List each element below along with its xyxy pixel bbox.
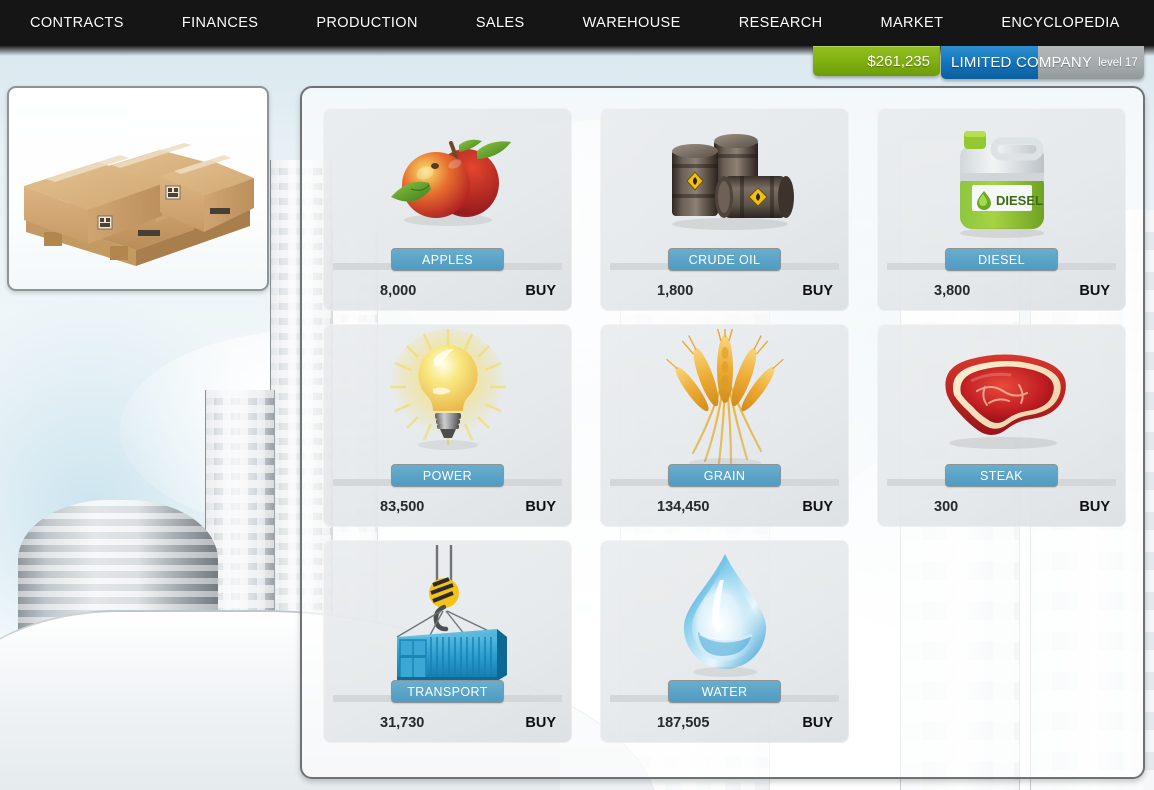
- product-artwork: [600, 540, 849, 690]
- market-card-diesel[interactable]: DIESEL DIESEL 3,800 BUY: [877, 108, 1126, 311]
- company-badge-content: LIMITED COMPANY level 17: [941, 46, 1144, 79]
- buy-button-apples[interactable]: BUY: [525, 283, 556, 299]
- nav-production[interactable]: PRODUCTION: [316, 15, 417, 31]
- product-label-button-diesel[interactable]: DIESEL: [945, 248, 1058, 271]
- product-artwork: [323, 108, 572, 258]
- nav-list: CONTRACTS FINANCES PRODUCTION SALES WAREHOUS…: [0, 0, 1154, 46]
- warehouse-goods-tile[interactable]: [7, 86, 269, 291]
- buy-button-transport[interactable]: BUY: [525, 715, 556, 731]
- product-quantity-grain: 134,450: [657, 499, 710, 515]
- money-balance-badge: $261,235: [813, 46, 940, 76]
- nav-sales[interactable]: SALES: [476, 15, 525, 31]
- product-label-button-transport[interactable]: TRANSPORT: [391, 680, 504, 703]
- product-label-button-steak[interactable]: STEAK: [945, 464, 1058, 487]
- nav-encyclopedia[interactable]: ENCYCLOPEDIA: [1001, 15, 1119, 31]
- money-amount: $261,235: [867, 52, 930, 70]
- market-card-crude-oil[interactable]: CRUDE OIL 1,800 BUY: [600, 108, 849, 311]
- product-label-button-grain[interactable]: GRAIN: [668, 464, 781, 487]
- oil-barrels-icon: [671, 133, 794, 230]
- nav-research[interactable]: RESEARCH: [739, 15, 823, 31]
- company-level-badge[interactable]: LIMITED COMPANY level 17: [941, 46, 1144, 79]
- buy-button-power[interactable]: BUY: [525, 499, 556, 515]
- market-card-water[interactable]: WATER 187,505 BUY: [600, 540, 849, 743]
- market-card-grain[interactable]: GRAIN 134,450 BUY: [600, 324, 849, 527]
- product-quantity-water: 187,505: [657, 715, 710, 731]
- nav-contracts[interactable]: CONTRACTS: [30, 15, 124, 31]
- company-level-label: level 17: [1098, 56, 1138, 69]
- steak-icon: [944, 354, 1066, 449]
- product-quantity-diesel: 3,800: [934, 283, 971, 299]
- nav-warehouse[interactable]: WAREHOUSE: [583, 15, 681, 31]
- market-card-transport[interactable]: TRANSPORT 31,730 BUY: [323, 540, 572, 743]
- svg-text:DIESEL: DIESEL: [996, 193, 1043, 208]
- product-artwork: [323, 324, 572, 474]
- product-label-button-water[interactable]: WATER: [668, 680, 781, 703]
- card-footer: 8,000 BUY: [323, 276, 572, 306]
- nav-finances[interactable]: FINANCES: [182, 15, 259, 31]
- product-label-button-power[interactable]: POWER: [391, 464, 504, 487]
- market-card-power[interactable]: POWER 83,500 BUY: [323, 324, 572, 527]
- buy-button-steak[interactable]: BUY: [1079, 499, 1110, 515]
- game-screen: CONTRACTS FINANCES PRODUCTION SALES WAREHOUS…: [0, 0, 1154, 790]
- card-footer: 3,800 BUY: [877, 276, 1126, 306]
- diesel-canister-icon: DIESEL: [959, 131, 1044, 238]
- product-quantity-crude-oil: 1,800: [657, 283, 694, 299]
- apples-icon: [390, 139, 511, 226]
- card-footer: 1,800 BUY: [600, 276, 849, 306]
- nav-market[interactable]: MARKET: [881, 15, 944, 31]
- product-label-button-apples[interactable]: APPLES: [391, 248, 504, 271]
- market-panel: APPLES 8,000 BUY CRUDE OIL 1,800 BUY DIE…: [300, 86, 1145, 779]
- buy-button-grain[interactable]: BUY: [802, 499, 833, 515]
- market-card-steak[interactable]: STEAK 300 BUY: [877, 324, 1126, 527]
- product-quantity-power: 83,500: [380, 499, 425, 515]
- buy-button-water[interactable]: BUY: [802, 715, 833, 731]
- product-artwork: [877, 324, 1126, 474]
- card-footer: 83,500 BUY: [323, 492, 572, 522]
- buy-button-diesel[interactable]: BUY: [1079, 283, 1110, 299]
- market-grid: APPLES 8,000 BUY CRUDE OIL 1,800 BUY DIE…: [323, 108, 1126, 748]
- card-footer: 300 BUY: [877, 492, 1126, 522]
- card-footer: 134,450 BUY: [600, 492, 849, 522]
- light-bulb-icon: [389, 329, 506, 450]
- buy-button-crude-oil[interactable]: BUY: [802, 283, 833, 299]
- pallet-of-boxes-icon: [24, 142, 254, 266]
- card-footer: 31,730 BUY: [323, 708, 572, 738]
- top-navigation-bar: CONTRACTS FINANCES PRODUCTION SALES WAREHOUS…: [0, 0, 1154, 56]
- company-name-label: LIMITED COMPANY: [951, 54, 1093, 71]
- product-quantity-steak: 300: [934, 499, 959, 515]
- product-artwork: [600, 108, 849, 258]
- product-quantity-apples: 8,000: [380, 283, 417, 299]
- product-artwork: [600, 324, 849, 474]
- product-quantity-transport: 31,730: [380, 715, 425, 731]
- product-artwork: [323, 540, 572, 690]
- shipping-container-icon: [396, 545, 507, 681]
- product-artwork: DIESEL: [877, 108, 1126, 258]
- water-drop-icon: [683, 553, 766, 677]
- product-label-button-crude-oil[interactable]: CRUDE OIL: [668, 248, 781, 271]
- wheat-sheaf-icon: [665, 329, 784, 468]
- market-card-apples[interactable]: APPLES 8,000 BUY: [323, 108, 572, 311]
- card-footer: 187,505 BUY: [600, 708, 849, 738]
